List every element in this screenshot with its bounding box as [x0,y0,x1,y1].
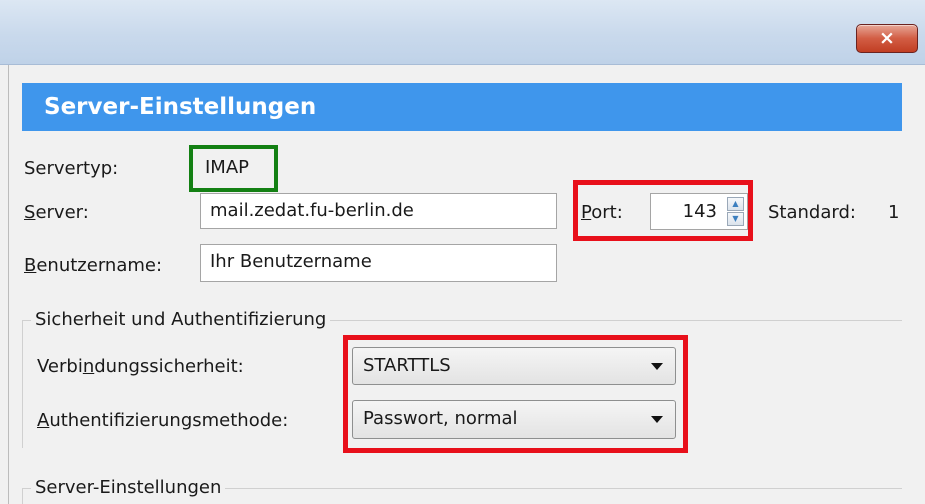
username-label-accesskey: B [24,255,37,276]
username-label: Benutzername: [24,255,162,277]
port-label-rest: ort: [591,202,623,223]
server-label-accesskey: S [24,202,36,223]
auth-method-value: Passwort, normal [363,408,518,429]
connection-security-label: Verbindungssicherheit: [37,356,244,378]
port-value: 143 [682,201,717,222]
server-label-rest: erver: [35,202,89,223]
close-button[interactable]: × [856,24,918,53]
server-settings-group-border-left [22,488,23,504]
auth-method-select[interactable]: Passwort, normal [352,400,676,439]
security-group-border-left [22,320,23,448]
server-type-label: Servertyp: [24,158,119,179]
port-label-accesskey: P [581,202,592,223]
chevron-down-icon [651,416,663,423]
dialog-left-border [8,65,9,504]
username-input[interactable]: Ihr Benutzername [200,244,557,282]
port-standard-label: Standard: [768,202,856,223]
auth-method-label-b: uthentifizierungsmethode: [49,410,289,431]
auth-method-label: Authentifizierungsmethode: [37,410,288,432]
server-hostname-input[interactable]: mail.zedat.fu-berlin.de [200,193,557,229]
security-group-title: Sicherheit und Authentifizierung [31,309,331,331]
server-type-value: IMAP [205,157,250,178]
server-settings-group-title: Server-Einstellungen [31,477,226,499]
window-titlebar: × [0,0,925,65]
chevron-down-icon [651,363,663,370]
port-decrement-icon[interactable]: ▼ [727,212,744,226]
page-title: Server-Einstellungen [22,83,902,131]
port-stepper[interactable]: 143 ▲ ▼ [650,193,748,230]
port-label: Port: [581,202,623,224]
connection-security-label-accesskey: n [82,356,95,377]
port-standard-value: 1 [888,202,900,223]
connection-security-value: STARTTLS [363,355,451,376]
close-icon: × [879,27,895,49]
username-label-rest: enutzername: [36,255,163,276]
port-increment-icon[interactable]: ▲ [727,197,744,211]
connection-security-select[interactable]: STARTTLS [352,347,676,385]
auth-method-label-accesskey: A [37,410,50,431]
connection-security-label-a: Verbi [37,356,83,377]
connection-security-label-b: dungssicherheit: [94,356,244,377]
server-label: Server: [24,202,89,224]
